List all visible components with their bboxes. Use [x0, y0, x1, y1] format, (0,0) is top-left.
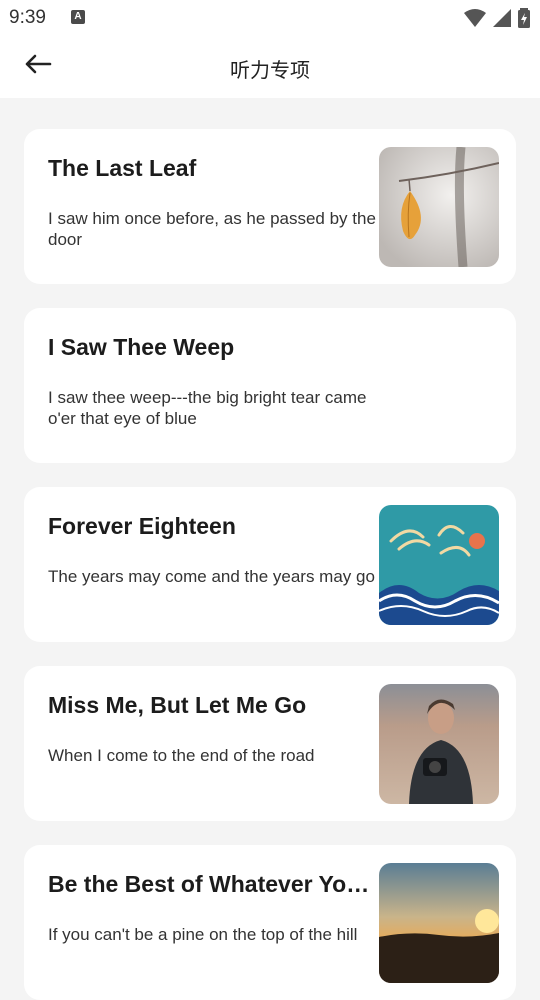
- portrait-photo: [379, 684, 499, 804]
- article-card[interactable]: Be the Best of Whatever You Are If you c…: [24, 845, 516, 1000]
- article-title: Miss Me, But Let Me Go: [48, 692, 307, 718]
- article-title: I Saw Thee Weep: [48, 334, 235, 360]
- wave-poster-photo: [379, 505, 499, 625]
- article-card[interactable]: Forever Eighteen The years may come and …: [24, 487, 516, 642]
- article-card[interactable]: The Last Leaf I saw him once before, as …: [24, 129, 516, 284]
- article-card[interactable]: I Saw Thee Weep I saw thee weep---the bi…: [24, 308, 516, 463]
- article-description: I saw him once before, as he passed by t…: [48, 209, 376, 249]
- article-description: I saw thee weep---the big bright tear ca…: [48, 388, 367, 428]
- wifi-icon: [464, 8, 486, 33]
- article-title: Forever Eighteen: [48, 513, 236, 539]
- article-card[interactable]: Miss Me, But Let Me Go When I come to th…: [24, 666, 516, 821]
- article-description: The years may come and the years may go: [48, 567, 375, 586]
- leaf-photo: [379, 147, 499, 267]
- app-bar: 听力专项: [0, 36, 540, 98]
- status-icons: [464, 8, 530, 33]
- status-time: 9:39: [9, 7, 46, 28]
- article-title: Be the Best of Whatever You Are: [48, 871, 373, 897]
- sunset-photo: [379, 863, 499, 983]
- page-title: 听力专项: [230, 58, 310, 82]
- article-title: The Last Leaf: [48, 155, 197, 181]
- article-description: When I come to the end of the road: [48, 746, 315, 765]
- status-bar: 9:39 A: [0, 0, 540, 36]
- battery-icon: [518, 8, 530, 33]
- notification-icon: A: [71, 10, 85, 24]
- signal-icon: [492, 8, 512, 33]
